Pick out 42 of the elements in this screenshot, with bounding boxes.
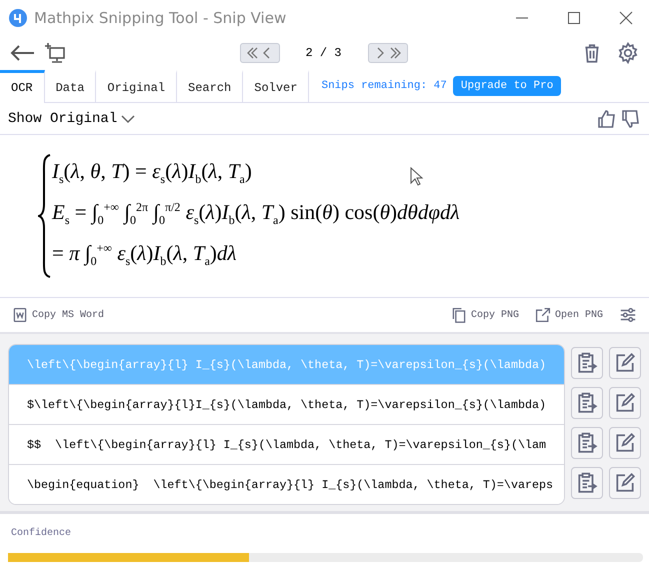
clipboard-icon [576, 352, 598, 374]
edit-button[interactable] [609, 347, 641, 379]
math-formula-line: I$_{s}$(λ, θ, T) = ε$_{s}$(λ)I$_{b}$(λ, T$_{a}$) [52, 158, 252, 188]
math-formula-line: E$_{s}$ = ∫$_{0}$$^{+∞}$ ∫$_{0}$$^{2π}$ ∫$_{0}$$^{π/2}$ ε$_{s}$(λ)I$_{b}$(λ, T$_{a}$) sin(θ) cos(θ)dθdφdλ [52, 198, 460, 230]
copy-png-button[interactable]: Copy PNG [450, 307, 519, 323]
edit-icon [614, 392, 636, 414]
math-formula-line: = π ∫$_{0}$$^{+∞}$ ε$_{s}$(λ)I$_{b}$(λ, T$_{a}$)dλ [52, 240, 237, 270]
app-logo-icon [8, 8, 28, 28]
edit-button[interactable] [609, 467, 641, 499]
show-original-toggle[interactable]: Show Original [8, 110, 136, 126]
edit-icon [614, 472, 636, 494]
paste-button[interactable] [571, 467, 603, 499]
sliders-icon [619, 306, 637, 324]
thumbs-down-icon [621, 108, 641, 128]
snips-remaining: Snips remaining: 47 [321, 80, 447, 92]
first-prev-button[interactable] [240, 43, 280, 63]
clipboard-icon [576, 432, 598, 454]
external-link-icon [534, 307, 551, 323]
next-last-button[interactable] [368, 43, 408, 63]
new-snip-icon[interactable] [44, 42, 66, 64]
paste-button[interactable] [571, 387, 603, 419]
paste-button[interactable] [571, 427, 603, 459]
window-title: Mathpix Snipping Tool - Snip View [34, 9, 288, 27]
edit-icon [614, 432, 636, 454]
open-png-button[interactable]: Open PNG [534, 307, 603, 323]
copy-ms-word-button[interactable]: Copy MS Word [12, 307, 104, 323]
back-arrow-icon[interactable] [10, 43, 36, 63]
cursor-icon [410, 167, 424, 187]
clipboard-icon [576, 392, 598, 414]
edit-button[interactable] [609, 387, 641, 419]
tab[interactable]: OCR [0, 70, 45, 103]
paste-button[interactable] [571, 347, 603, 379]
clipboard-icon [576, 472, 598, 494]
confidence-label: Confidence [10, 528, 72, 539]
copy-icon [450, 307, 467, 323]
chevron-icon [121, 114, 136, 124]
edit-button[interactable] [609, 427, 641, 459]
edit-icon [614, 352, 636, 374]
page-counter: 2 / 3 [304, 46, 342, 60]
settings-icon [617, 42, 639, 64]
thumbs-up-icon [597, 108, 617, 128]
word-icon [12, 307, 28, 323]
